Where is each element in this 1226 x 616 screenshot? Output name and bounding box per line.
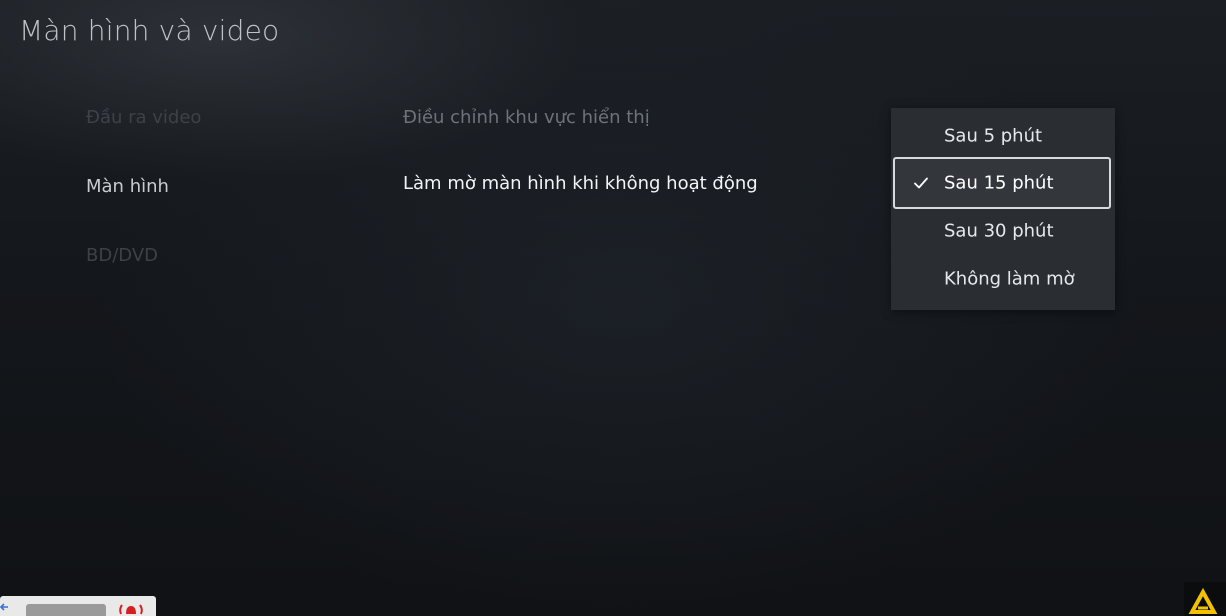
corner-logo	[1184, 582, 1226, 616]
subscribe-button[interactable]	[26, 604, 106, 616]
arrow-left-icon	[0, 603, 8, 611]
dropdown-option-label: Sau 30 phút	[944, 220, 1054, 242]
dropdown-option-label: Sau 15 phút	[944, 172, 1054, 194]
dropdown-option-label: Sau 5 phút	[944, 125, 1043, 147]
setting-dim-screen-when-inactive[interactable]: Làm mờ màn hình khi không hoạt động	[403, 173, 758, 194]
dropdown-option-never-dim[interactable]: Không làm mờ	[893, 253, 1111, 305]
sidebar-item-bd-dvd[interactable]: BD/DVD	[86, 245, 158, 266]
setting-adjust-display-area[interactable]: Điều chỉnh khu vực hiển thị	[403, 107, 650, 128]
check-icon	[914, 177, 928, 189]
sidebar-item-video-output[interactable]: Đầu ra video	[86, 107, 201, 128]
dropdown-option-5-min[interactable]: Sau 5 phút	[893, 110, 1111, 162]
dropdown-option-label: Không làm mờ	[944, 268, 1075, 290]
dropdown-option-30-min[interactable]: Sau 30 phút	[893, 205, 1111, 257]
bell-icon[interactable]	[118, 604, 144, 616]
page-title: Màn hình và video	[19, 14, 280, 47]
subscribe-overlay	[0, 596, 156, 616]
dim-timeout-dropdown: Sau 5 phút Sau 15 phút Sau 30 phút Không…	[891, 108, 1115, 310]
triangle-logo-icon	[1188, 587, 1218, 614]
sidebar-item-screen[interactable]: Màn hình	[86, 176, 169, 197]
dropdown-option-15-min[interactable]: Sau 15 phút	[893, 157, 1111, 209]
